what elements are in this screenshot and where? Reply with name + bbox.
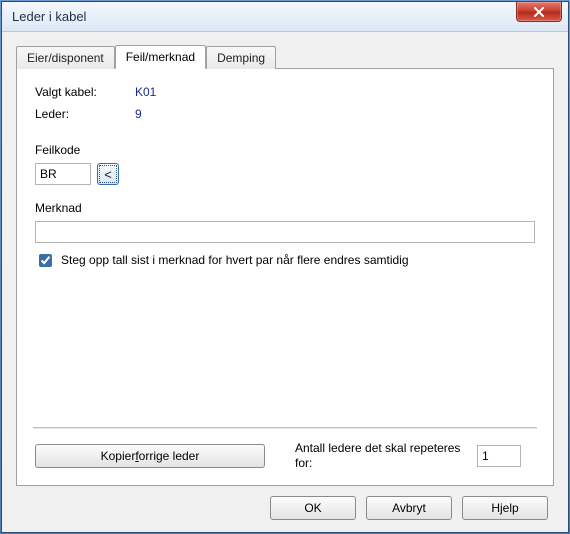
window-title: Leder i kabel [12,9,86,24]
chevron-left-icon: < [104,167,112,182]
valgt-kabel-value: K01 [135,85,156,99]
close-button[interactable] [516,2,562,22]
ok-button[interactable]: OK [270,496,356,520]
merknad-label: Merknad [35,201,535,215]
leder-label: Leder: [35,107,135,121]
tab-eier-disponent[interactable]: Eier/disponent [16,46,115,69]
titlebar: Leder i kabel [2,2,568,32]
client-area: Eier/disponent Feil/merknad Demping Valg… [2,32,568,532]
tab-feil-merknad[interactable]: Feil/merknad [115,45,206,69]
copy-previous-button[interactable]: Kopier forrige leder [35,444,265,468]
tabstrip: Eier/disponent Feil/merknad Demping [16,44,554,68]
tab-demping[interactable]: Demping [206,46,276,69]
feilkode-picker-button[interactable]: < [97,163,119,185]
feilkode-input[interactable] [35,163,91,185]
tab-page-feil-merknad: Valgt kabel: K01 Leder: 9 Feilkode < [16,68,554,486]
close-icon [533,7,545,17]
dialog-window: Leder i kabel Eier/disponent Feil/merkna… [1,1,569,533]
leder-value: 9 [135,107,142,121]
step-checkbox[interactable] [39,254,52,267]
repeat-count-input[interactable] [477,445,521,467]
feilkode-label: Feilkode [35,143,535,157]
valgt-kabel-label: Valgt kabel: [35,85,135,99]
repeat-group: Antall ledere det skal repeteres for: [295,441,521,471]
step-checkbox-label: Steg opp tall sist i merknad for hvert p… [61,253,409,268]
separator [33,427,537,429]
merknad-input[interactable] [35,221,535,243]
dialog-button-row: OK Avbryt Hjelp [16,486,554,520]
repeat-label: Antall ledere det skal repeteres for: [295,441,465,471]
help-button[interactable]: Hjelp [462,496,548,520]
cancel-button[interactable]: Avbryt [366,496,452,520]
